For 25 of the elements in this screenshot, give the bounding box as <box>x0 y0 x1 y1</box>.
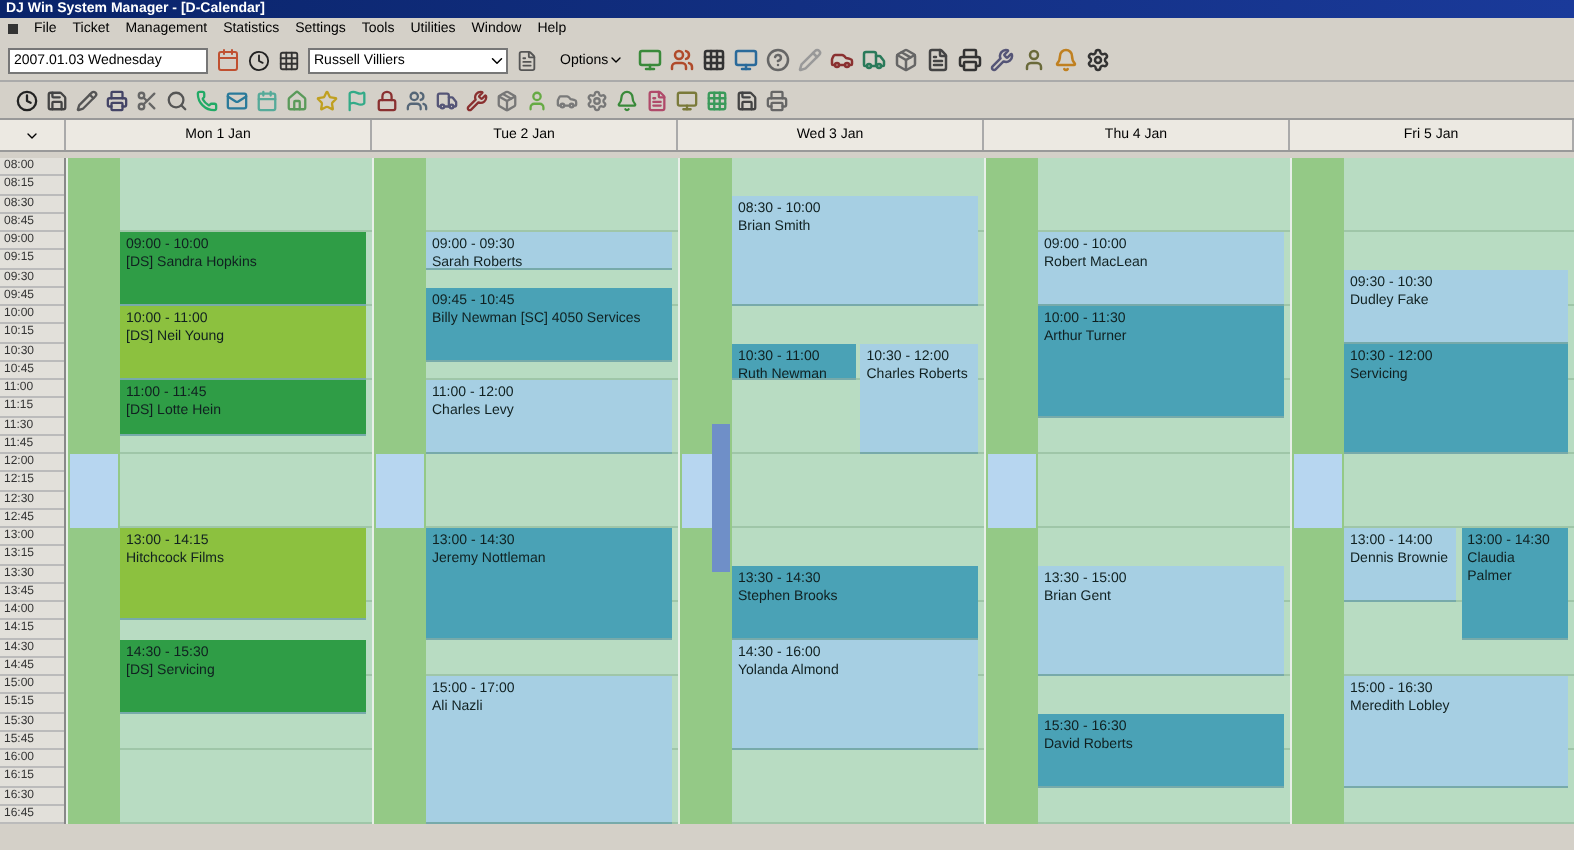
toolbar-icon[interactable] <box>376 89 398 111</box>
clock-icon[interactable] <box>248 49 270 71</box>
toolbar-icon[interactable] <box>736 89 758 111</box>
toolbar-icon[interactable] <box>1086 48 1111 72</box>
toolbar-icon[interactable] <box>702 48 727 72</box>
toolbar-icon[interactable] <box>830 48 855 72</box>
toolbar-icon[interactable] <box>106 89 128 111</box>
grid-icon[interactable] <box>278 49 300 71</box>
toolbar-icon[interactable] <box>436 89 458 111</box>
break-marker <box>988 454 1036 528</box>
toolbar-icon[interactable] <box>990 48 1015 72</box>
toolbar-icon[interactable] <box>466 89 488 111</box>
calendar-icon[interactable] <box>216 48 240 72</box>
break-marker <box>1294 454 1342 528</box>
toolbar-icon[interactable] <box>76 89 98 111</box>
toolbar-icon[interactable] <box>46 89 68 111</box>
caret-icon <box>608 52 625 68</box>
toolbar-icon[interactable] <box>926 48 951 72</box>
toolbar-icon[interactable] <box>166 89 188 111</box>
toolbar-icon[interactable] <box>16 89 38 111</box>
break-marker <box>70 454 118 528</box>
break-marker <box>376 454 424 528</box>
app-icon <box>8 24 18 34</box>
document-icon[interactable] <box>516 49 538 71</box>
toolbar-icon[interactable] <box>958 48 983 72</box>
